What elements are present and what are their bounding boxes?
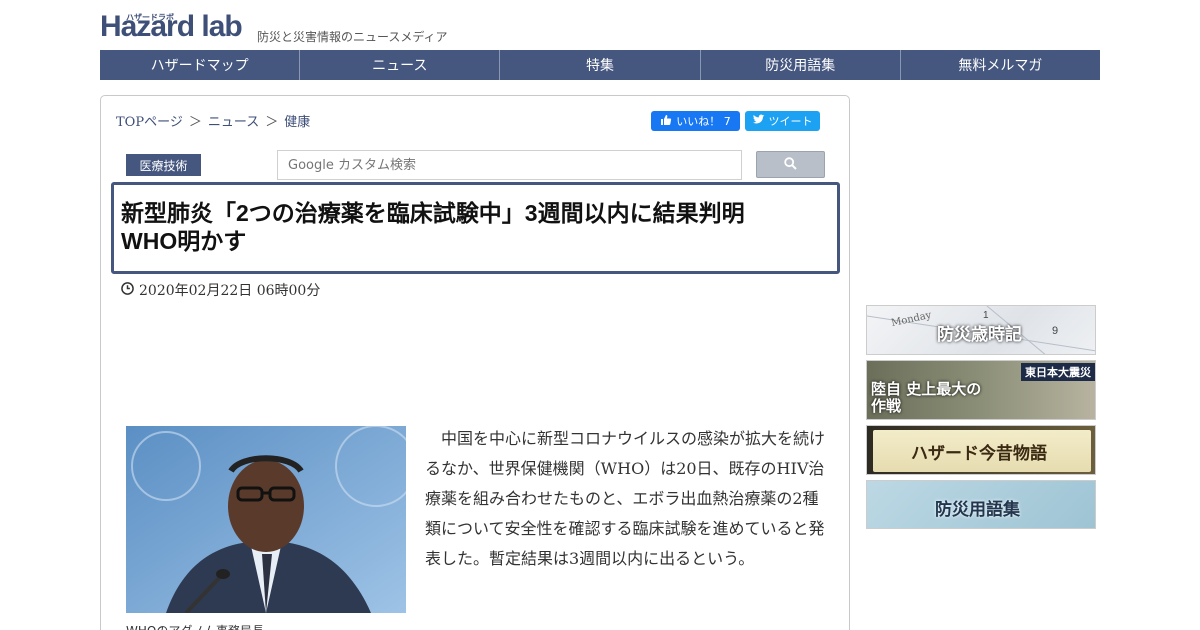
twitter-tweet-label: ツイート <box>768 115 813 128</box>
breadcrumb: TOPページ ＞ ニュース ＞ 健康 <box>116 111 310 130</box>
article-title-box: 新型肺炎「2つの治療薬を臨床試験中」3週間以内に結果判明 WHO明かす <box>111 182 840 274</box>
sidebar-banner-saijiki[interactable]: 9 1 Monday 防災歳時記 <box>866 305 1096 355</box>
svg-text:9: 9 <box>1052 325 1058 337</box>
nav-item-news[interactable]: ニュース <box>300 50 501 80</box>
banner-konjaku-label: ハザード今昔物語 <box>911 444 1047 464</box>
article-date: 2020年02月22日 06時00分 <box>121 280 320 300</box>
sidebar-banner-glossary[interactable]: 防災用語集 <box>866 480 1096 529</box>
sidebar-banner-operation[interactable]: 東日本大震災 陸自 史上最大の作戦 <box>866 360 1096 420</box>
banner-operation-label: 陸自 史上最大の作戦 <box>871 380 982 415</box>
search-button[interactable] <box>756 151 825 178</box>
twitter-bird-icon <box>752 114 765 128</box>
speaker-photo-illustration <box>126 426 406 613</box>
banner-operation-tag: 東日本大震災 <box>1021 363 1095 381</box>
search-input[interactable] <box>277 150 742 180</box>
article-title: 新型肺炎「2つの治療薬を臨床試験中」3週間以内に結果判明 WHO明かす <box>121 199 830 255</box>
nav-item-newsletter[interactable]: 無料メルマガ <box>901 50 1100 80</box>
search-icon <box>784 155 797 174</box>
logo-kana: ハザードラボ <box>126 13 174 22</box>
photo-caption: WHOのアダノム事務局長 <box>126 622 264 630</box>
breadcrumb-news[interactable]: ニュース <box>208 111 259 130</box>
facebook-like-button[interactable]: いいね！ 7 <box>651 111 740 131</box>
article-title-line2: WHO明かす <box>121 228 247 254</box>
site-logo[interactable]: Hazard lab ハザードラボ <box>100 10 243 42</box>
category-badge[interactable]: 医療技術 <box>126 154 201 176</box>
article-title-line1: 新型肺炎「2つの治療薬を臨床試験中」3週間以内に結果判明 <box>121 200 745 226</box>
breadcrumb-health[interactable]: 健康 <box>284 111 310 130</box>
facebook-like-label: いいね！ 7 <box>676 115 731 128</box>
article-photo[interactable] <box>126 426 406 613</box>
twitter-tweet-button[interactable]: ツイート <box>745 111 820 131</box>
nav-item-features[interactable]: 特集 <box>500 50 701 80</box>
article-panel: TOPページ ＞ ニュース ＞ 健康 いいね！ 7 ツイート 医療技術 新型肺炎… <box>100 95 850 630</box>
clock-icon <box>121 281 134 299</box>
article-date-text: 2020年02月22日 06時00分 <box>139 283 321 299</box>
breadcrumb-top[interactable]: TOPページ <box>116 111 183 130</box>
nav-item-hazard-map[interactable]: ハザードマップ <box>100 50 301 80</box>
sidebar-banner-konjaku[interactable]: ハザード今昔物語 <box>866 425 1096 475</box>
nav-item-glossary[interactable]: 防災用語集 <box>701 50 901 80</box>
banner-glossary-label: 防災用語集 <box>935 500 1020 520</box>
thumbs-up-icon <box>660 114 672 129</box>
main-nav: ハザードマップ ニュース 特集 防災用語集 無料メルマガ <box>100 50 1100 80</box>
article-body: 中国を中心に新型コロナウイルスの感染が拡大を続けるなか、世界保健機関（WHO）は… <box>425 429 826 568</box>
banner-saijiki-label: 防災歳時記 <box>937 325 1022 345</box>
breadcrumb-separator: ＞ <box>265 115 279 130</box>
site-tagline: 防災と災害情報のニュースメディア <box>257 30 448 44</box>
breadcrumb-separator: ＞ <box>188 115 202 130</box>
